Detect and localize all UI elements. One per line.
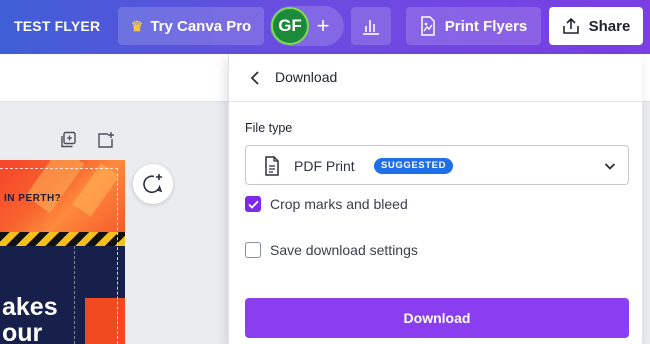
- save-settings-option[interactable]: Save download settings: [245, 240, 418, 260]
- insights-button[interactable]: [351, 7, 391, 45]
- share-label: Share: [588, 17, 631, 35]
- checkmark-icon: [247, 200, 259, 209]
- add-page-icon: [98, 132, 114, 148]
- crop-marks-checkbox[interactable]: [245, 196, 261, 212]
- back-arrow-icon: [250, 71, 259, 85]
- try-canva-pro-button[interactable]: ♛ Try Canva Pro: [118, 7, 264, 45]
- add-comment-button[interactable]: [133, 164, 173, 204]
- print-flyers-button[interactable]: Print Flyers: [406, 7, 541, 45]
- chevron-down-icon: [604, 163, 616, 170]
- try-canva-pro-label: Try Canva Pro: [150, 17, 252, 35]
- top-bar: TEST FLYER ♛ Try Canva Pro GF + Print Fl…: [0, 0, 650, 54]
- download-button[interactable]: Download: [245, 298, 629, 338]
- bar-chart-icon: [363, 20, 379, 35]
- save-settings-checkbox[interactable]: [245, 242, 261, 258]
- download-panel: Download File type PDF Print SUGGESTED C…: [228, 54, 643, 344]
- file-type-value: PDF Print: [294, 158, 355, 174]
- crop-marks-option[interactable]: Crop marks and bleed: [245, 194, 408, 214]
- download-panel-header: Download: [229, 54, 643, 102]
- add-page-button[interactable]: [96, 130, 116, 150]
- back-button[interactable]: [243, 66, 267, 90]
- panel-title: Download: [275, 69, 338, 85]
- print-flyers-label: Print Flyers: [444, 17, 528, 35]
- print-flyer-icon: [420, 16, 435, 36]
- file-icon: [265, 156, 279, 176]
- duplicate-page-icon: [61, 131, 76, 148]
- suggested-badge: SUGGESTED: [374, 158, 454, 174]
- share-button[interactable]: Share: [549, 7, 643, 45]
- add-comment-icon: [143, 174, 163, 194]
- crown-icon: ♛: [130, 17, 144, 34]
- share-upload-icon: [562, 17, 579, 34]
- plus-icon[interactable]: +: [312, 10, 334, 42]
- file-type-label: File type: [245, 121, 293, 135]
- duplicate-page-button[interactable]: [58, 130, 78, 150]
- document-title[interactable]: TEST FLYER: [14, 18, 100, 34]
- page-tools: [58, 130, 116, 150]
- bleed-guide: [0, 168, 118, 344]
- save-settings-label: Save download settings: [270, 242, 418, 258]
- file-type-select[interactable]: PDF Print SUGGESTED: [245, 145, 629, 185]
- avatar[interactable]: GF: [271, 7, 309, 45]
- crop-marks-label: Crop marks and bleed: [270, 196, 408, 212]
